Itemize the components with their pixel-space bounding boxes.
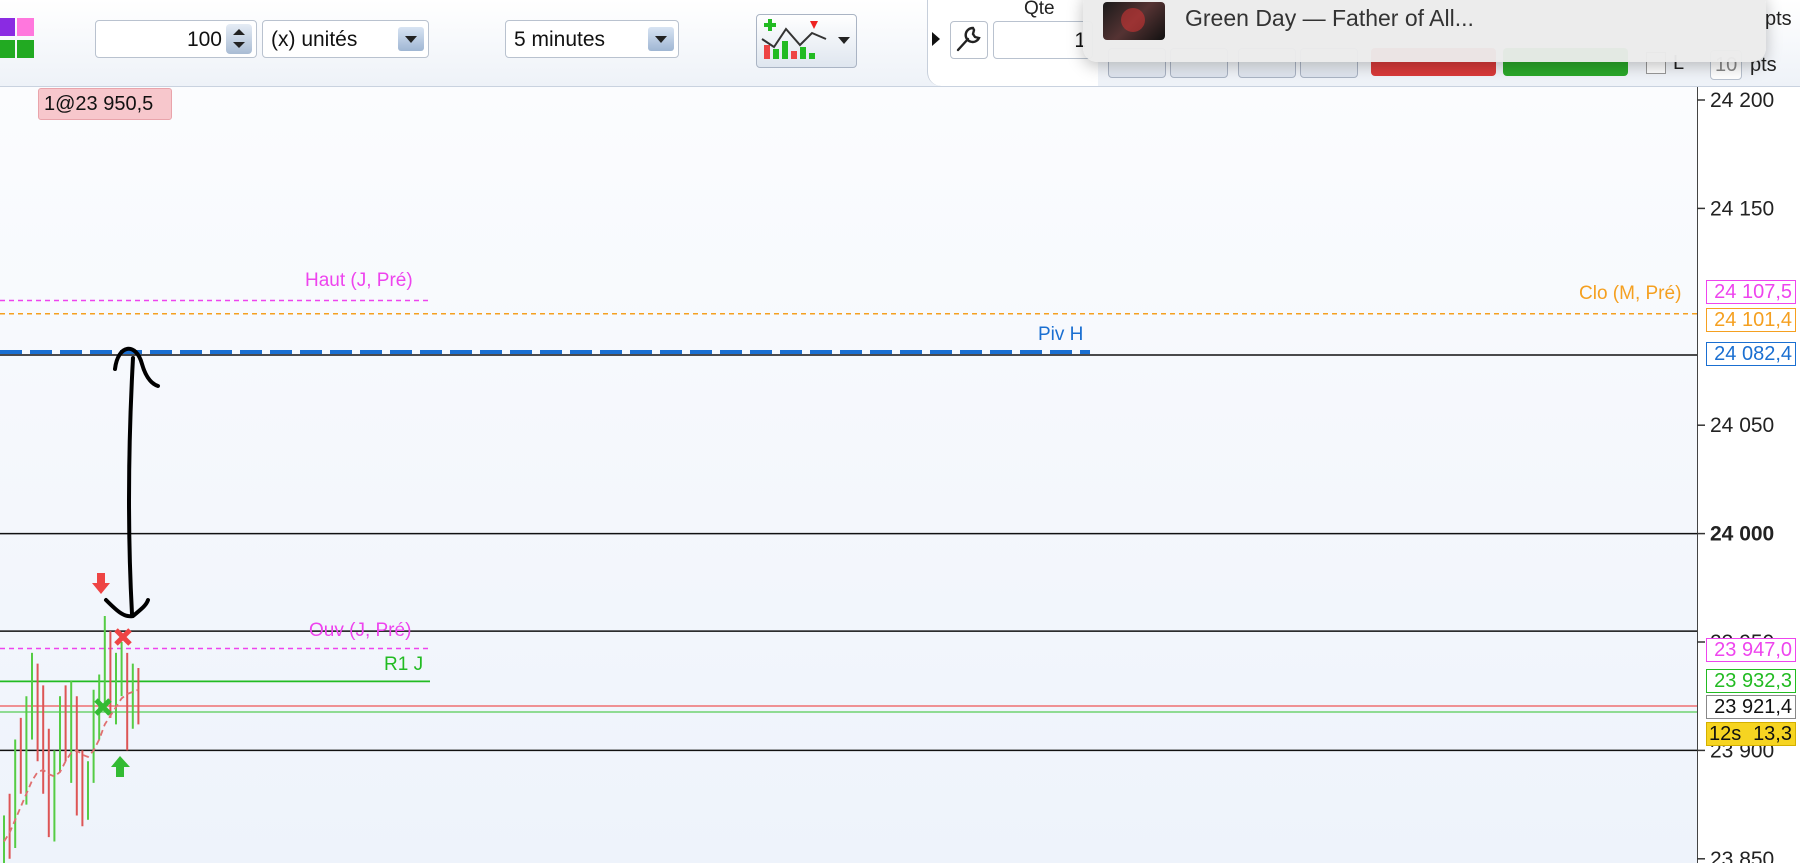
ouv-badge: 23 947,0 [1706, 638, 1796, 662]
r1-badge-value: 23 932,3 [1714, 670, 1792, 692]
clo-label: Clo (M, Pré) [1579, 283, 1682, 304]
sell-arrow-icon [92, 573, 110, 594]
r1-label: R1 J [384, 654, 424, 675]
order-tag-text: 1@23 950,5 [44, 93, 154, 115]
timer-value: 13,3 [1753, 723, 1792, 745]
piv-badge-value: 24 082,4 [1714, 343, 1792, 365]
last-badge-value: 23 921,4 [1714, 696, 1792, 718]
clo-badge: 24 101,4 [1706, 308, 1796, 332]
ouv-label: Ouv (J, Pré) [309, 620, 412, 641]
timer-badge: 12s 13,3 [1706, 722, 1796, 746]
clo-badge-value: 24 101,4 [1714, 309, 1792, 331]
piv-label: Piv H [1038, 324, 1084, 345]
y-tick-label: 24 000 [1710, 523, 1774, 546]
buy-arrow-icon [111, 756, 130, 777]
ouv-badge-value: 23 947,0 [1714, 639, 1792, 661]
haut-badge-value: 24 107,5 [1714, 281, 1792, 303]
y-tick-label: 23 850 [1710, 848, 1774, 863]
haut-label: Haut (J, Pré) [305, 270, 413, 291]
exit-cross-icon [114, 628, 132, 646]
r1-badge: 23 932,3 [1706, 669, 1796, 693]
annotation-arrow [127, 356, 135, 616]
y-tick-label: 24 200 [1710, 89, 1774, 112]
y-tick-label: 24 150 [1710, 197, 1774, 220]
order-tag[interactable]: 1@23 950,5 [38, 88, 172, 120]
annotation-arrow-head-bottom [104, 598, 150, 619]
haut-badge: 24 107,5 [1706, 280, 1796, 304]
price-chart[interactable]: 24 20024 15024 05024 00023 95023 90023 8… [0, 0, 1800, 863]
last-badge: 23 921,4 [1706, 695, 1796, 719]
timer-label: 12s [1709, 723, 1742, 745]
y-tick-label: 24 050 [1710, 414, 1774, 437]
piv-badge: 24 082,4 [1706, 342, 1796, 366]
